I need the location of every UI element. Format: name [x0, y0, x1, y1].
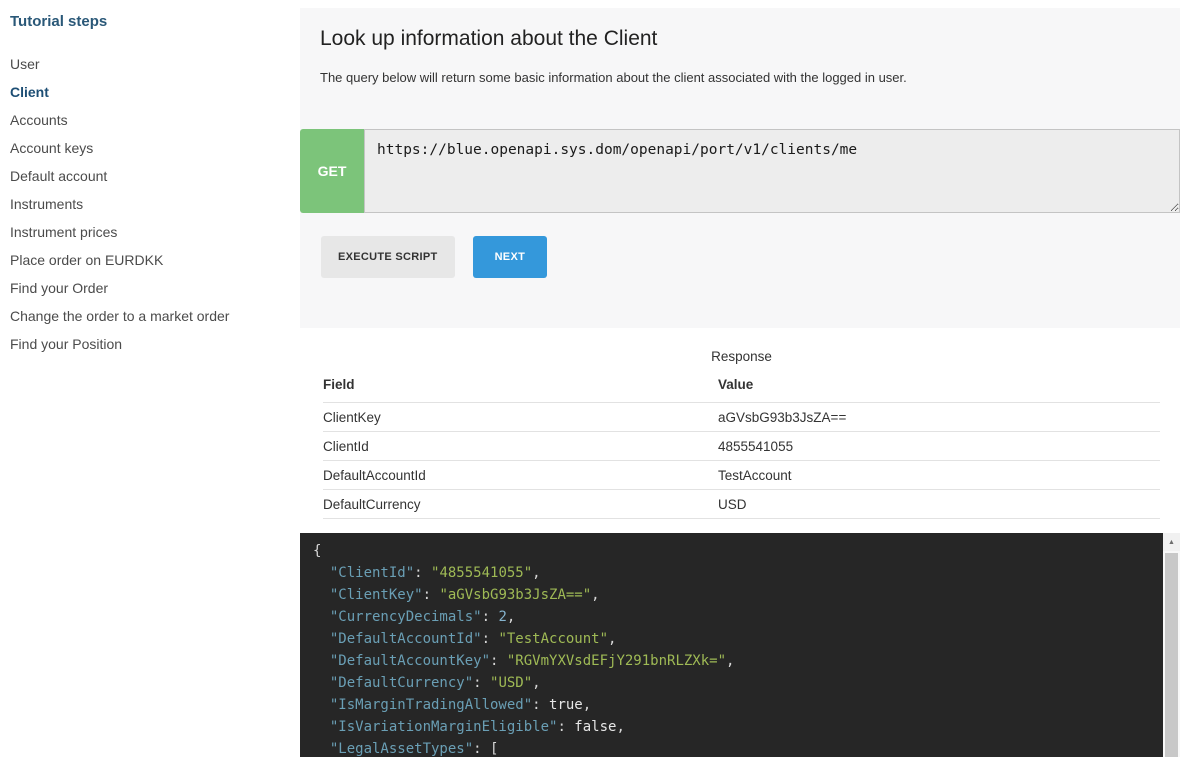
sidebar-item-find-your-order[interactable]: Find your Order — [10, 274, 295, 302]
action-buttons: EXECUTE SCRIPT NEXT — [321, 236, 547, 278]
sidebar-item-place-order-on-eurdkk[interactable]: Place order on EURDKK — [10, 246, 295, 274]
page-description: The query below will return some basic i… — [300, 52, 1180, 86]
code-line: "LegalAssetTypes": [ — [313, 738, 1150, 757]
sidebar-item-default-account[interactable]: Default account — [10, 162, 295, 190]
tutorial-sidebar: Tutorial steps UserClientAccountsAccount… — [10, 12, 295, 358]
code-line: "DefaultAccountKey": "RGVmYXVsdEFjY291bn… — [313, 650, 1150, 672]
code-line: { — [313, 540, 1150, 562]
sidebar-item-user[interactable]: User — [10, 50, 295, 78]
code-lines: { "ClientId": "4855541055", "ClientKey":… — [313, 540, 1150, 757]
page-title: Look up information about the Client — [300, 8, 1180, 52]
value-cell: USD — [718, 490, 1160, 519]
table-row: DefaultCurrencyUSD — [323, 490, 1160, 519]
response-table: Field Value ClientKeyaGVsbG93b3JsZA==Cli… — [323, 372, 1160, 519]
sidebar-item-instrument-prices[interactable]: Instrument prices — [10, 218, 295, 246]
sidebar-item-account-keys[interactable]: Account keys — [10, 134, 295, 162]
next-button[interactable]: NEXT — [473, 236, 548, 278]
code-line: "DefaultCurrency": "USD", — [313, 672, 1150, 694]
table-row: ClientId4855541055 — [323, 432, 1160, 461]
value-cell: 4855541055 — [718, 432, 1160, 461]
sidebar-item-accounts[interactable]: Accounts — [10, 106, 295, 134]
field-cell: ClientId — [323, 432, 718, 461]
response-table-header-row: Field Value — [323, 372, 1160, 403]
column-header-value: Value — [718, 372, 1160, 403]
column-header-field: Field — [323, 372, 718, 403]
tutorial-step-card: Look up information about the Client The… — [300, 8, 1180, 328]
response-section: Response Field Value ClientKeyaGVsbG93b3… — [323, 348, 1160, 519]
code-line: "CurrencyDecimals": 2, — [313, 606, 1150, 628]
sidebar-list: UserClientAccountsAccount keysDefault ac… — [10, 50, 295, 358]
code-line: "DefaultAccountId": "TestAccount", — [313, 628, 1150, 650]
response-caption: Response — [323, 348, 1160, 365]
scrollbar-thumb[interactable] — [1165, 553, 1178, 757]
sidebar-item-change-the-order-to-a-market-order[interactable]: Change the order to a market order — [10, 302, 295, 330]
sidebar-heading: Tutorial steps — [10, 12, 295, 32]
scroll-up-icon: ▲ — [1168, 539, 1175, 546]
code-scrollbar[interactable]: ▲ — [1163, 533, 1180, 757]
field-cell: DefaultCurrency — [323, 490, 718, 519]
value-cell: aGVsbG93b3JsZA== — [718, 403, 1160, 432]
code-line: "IsVariationMarginEligible": false, — [313, 716, 1150, 738]
code-line: "ClientKey": "aGVsbG93b3JsZA==", — [313, 584, 1150, 606]
field-cell: ClientKey — [323, 403, 718, 432]
execute-script-button[interactable]: EXECUTE SCRIPT — [321, 236, 455, 278]
table-row: DefaultAccountIdTestAccount — [323, 461, 1160, 490]
scroll-up-button[interactable]: ▲ — [1163, 533, 1180, 551]
field-cell: DefaultAccountId — [323, 461, 718, 490]
code-line: "ClientId": "4855541055", — [313, 562, 1150, 584]
sidebar-item-client[interactable]: Client — [10, 78, 295, 106]
sidebar-item-find-your-position[interactable]: Find your Position — [10, 330, 295, 358]
http-method-badge: GET — [300, 129, 364, 213]
sidebar-item-instruments[interactable]: Instruments — [10, 190, 295, 218]
value-cell: TestAccount — [718, 461, 1160, 490]
request-box: GET https://blue.openapi.sys.dom/openapi… — [300, 129, 1180, 213]
code-line: "IsMarginTradingAllowed": true, — [313, 694, 1150, 716]
response-table-body: ClientKeyaGVsbG93b3JsZA==ClientId4855541… — [323, 403, 1160, 519]
request-url-input[interactable]: https://blue.openapi.sys.dom/openapi/por… — [364, 129, 1180, 213]
json-response-code-block: { "ClientId": "4855541055", "ClientKey":… — [300, 533, 1180, 757]
table-row: ClientKeyaGVsbG93b3JsZA== — [323, 403, 1160, 432]
